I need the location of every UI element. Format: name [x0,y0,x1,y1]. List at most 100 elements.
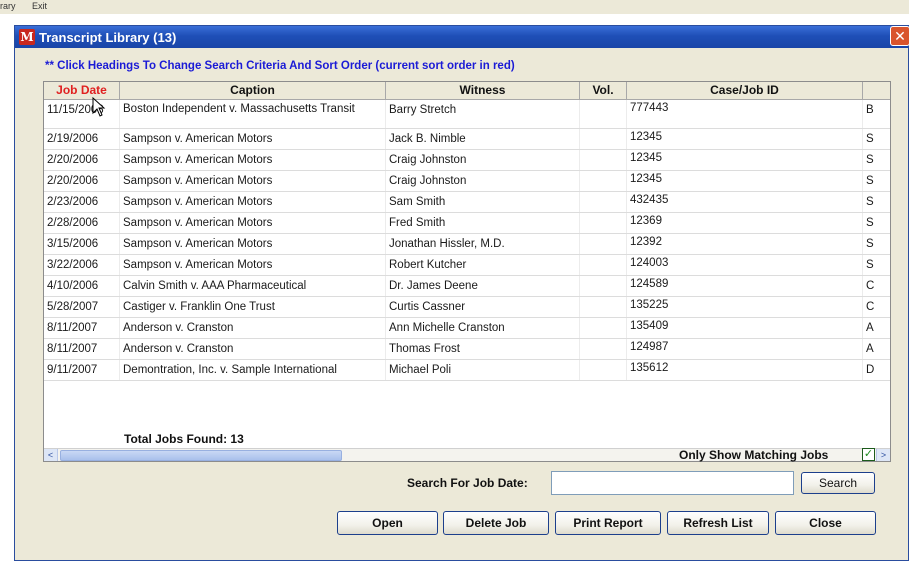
menu-item-library[interactable]: rary [0,1,16,11]
cell-witness: Fred Smith [386,213,580,233]
cell-witness: Thomas Frost [386,339,580,359]
cell-witness: Michael Poli [386,360,580,380]
cell-witness: Dr. James Deene [386,276,580,296]
cell-case-job-id: 12345 [627,150,863,170]
cell-vol [580,171,627,191]
cell-overflow: S [866,196,874,208]
cell-job-date: 2/20/2006 [44,150,120,170]
cell-job-date: 2/28/2006 [44,213,120,233]
cell-overflow: S [866,217,874,229]
cell-vol [580,297,627,317]
column-header-case-job-id[interactable]: Case/Job ID [627,82,863,100]
cell-job-date: 2/23/2006 [44,192,120,212]
cell-case-job-id: 12369 [627,213,863,233]
table-header: Job Date Caption Witness Vol. Case/Job I… [44,82,890,100]
column-header-caption[interactable]: Caption [120,82,386,100]
refresh-list-button[interactable]: Refresh List [667,511,769,535]
table-row[interactable]: 2/20/2006 Sampson v. American Motors Craig… [44,171,890,192]
cell-case-job-id: 124003 [627,255,863,275]
cell-caption: Anderson v. Cranston [120,318,386,338]
cell-caption: Sampson v. American Motors [120,234,386,254]
table-row[interactable]: 3/15/2006 Sampson v. American Motors Jonat… [44,234,890,255]
cell-case-job-id: 777443 [627,100,863,128]
cell-overflow: S [866,133,874,145]
window-close-button[interactable]: ✕ [890,26,909,46]
cell-overflow: S [866,154,874,166]
cell-caption: Sampson v. American Motors [120,192,386,212]
column-header-job-date[interactable]: Job Date [44,82,120,100]
cell-vol [580,100,627,128]
table-row[interactable]: 8/11/2007 Anderson v. Cranston Ann Michell… [44,318,890,339]
print-report-button[interactable]: Print Report [555,511,661,535]
column-header-witness[interactable]: Witness [386,82,580,100]
cell-caption: Sampson v. American Motors [120,171,386,191]
table-row[interactable]: 9/11/2007 Demontration, Inc. v. Sample In… [44,360,890,381]
search-job-date-input[interactable] [551,471,794,495]
scroll-right-arrow-icon[interactable]: > [876,449,890,461]
cell-witness: Craig Johnston [386,171,580,191]
open-button[interactable]: Open [337,511,438,535]
cell-caption: Sampson v. American Motors [120,213,386,233]
cell-caption: Sampson v. American Motors [120,129,386,149]
cell-overflow: A [866,343,874,355]
cell-caption: Castiger v. Franklin One Trust [120,297,386,317]
cell-vol [580,339,627,359]
cell-overflow: S [866,175,874,187]
cell-vol [580,213,627,233]
cell-case-job-id: 124589 [627,276,863,296]
cell-job-date: 5/28/2007 [44,297,120,317]
cell-caption: Sampson v. American Motors [120,150,386,170]
cell-case-job-id: 135409 [627,318,863,338]
cell-overflow: S [866,238,874,250]
scroll-left-arrow-icon[interactable]: < [44,449,58,461]
delete-job-button[interactable]: Delete Job [443,511,549,535]
cell-case-job-id: 12392 [627,234,863,254]
jobs-table: Job Date Caption Witness Vol. Case/Job I… [43,81,891,462]
cell-vol [580,318,627,338]
column-header-vol[interactable]: Vol. [580,82,627,100]
table-row[interactable]: 2/23/2006 Sampson v. American Motors Sam S… [44,192,890,213]
cell-witness: Ann Michelle Cranston [386,318,580,338]
app-logo-icon: M [19,29,35,45]
cell-vol [580,150,627,170]
only-matching-label: Only Show Matching Jobs [679,448,829,462]
close-button[interactable]: Close [775,511,876,535]
cell-overflow: C [866,301,875,313]
cell-case-job-id: 432435 [627,192,863,212]
title-bar[interactable]: M Transcript Library (13) ✕ [15,26,909,48]
table-row[interactable]: 8/11/2007 Anderson v. Cranston Thomas Fros… [44,339,890,360]
sort-hint-text: ** Click Headings To Change Search Crite… [45,60,515,72]
table-row[interactable]: 2/20/2006 Sampson v. American Motors Craig… [44,150,890,171]
cell-case-job-id: 12345 [627,129,863,149]
cell-overflow: S [866,259,874,271]
cell-job-date: 8/11/2007 [44,318,120,338]
table-row[interactable]: 5/28/2007 Castiger v. Franklin One Trust C… [44,297,890,318]
cell-vol [580,276,627,296]
only-matching-checkbox[interactable]: ✓ [862,448,875,461]
cell-caption: Anderson v. Cranston [120,339,386,359]
cell-witness: Barry Stretch [386,100,580,128]
cell-case-job-id: 124987 [627,339,863,359]
table-row[interactable]: 2/28/2006 Sampson v. American Motors Fred … [44,213,890,234]
scrollbar-thumb[interactable] [60,450,342,461]
cell-job-date: 3/22/2006 [44,255,120,275]
cell-job-date: 8/11/2007 [44,339,120,359]
transcript-library-window: M Transcript Library (13) ✕ ** Click Hea… [14,25,909,561]
cell-caption: Demontration, Inc. v. Sample Internation… [120,360,386,380]
cell-caption: Sampson v. American Motors [120,255,386,275]
table-row[interactable]: 4/10/2006 Calvin Smith v. AAA Pharmaceuti… [44,276,890,297]
table-row[interactable]: 11/15/2003 Boston Independent v. Massachu… [44,100,890,129]
cell-witness: Jack B. Nimble [386,129,580,149]
menu-item-exit[interactable]: Exit [32,1,47,11]
table-row[interactable]: 2/19/2006 Sampson v. American Motors Jack … [44,129,890,150]
cell-witness: Craig Johnston [386,150,580,170]
app-menubar: rary Exit [0,0,909,14]
cell-caption: Calvin Smith v. AAA Pharmaceutical [120,276,386,296]
cell-job-date: 3/15/2006 [44,234,120,254]
cell-job-date: 9/11/2007 [44,360,120,380]
cell-vol [580,360,627,380]
table-row[interactable]: 3/22/2006 Sampson v. American Motors Rober… [44,255,890,276]
search-button[interactable]: Search [801,472,875,494]
window-title: Transcript Library (13) [39,30,177,45]
column-header-overflow[interactable] [863,82,890,100]
